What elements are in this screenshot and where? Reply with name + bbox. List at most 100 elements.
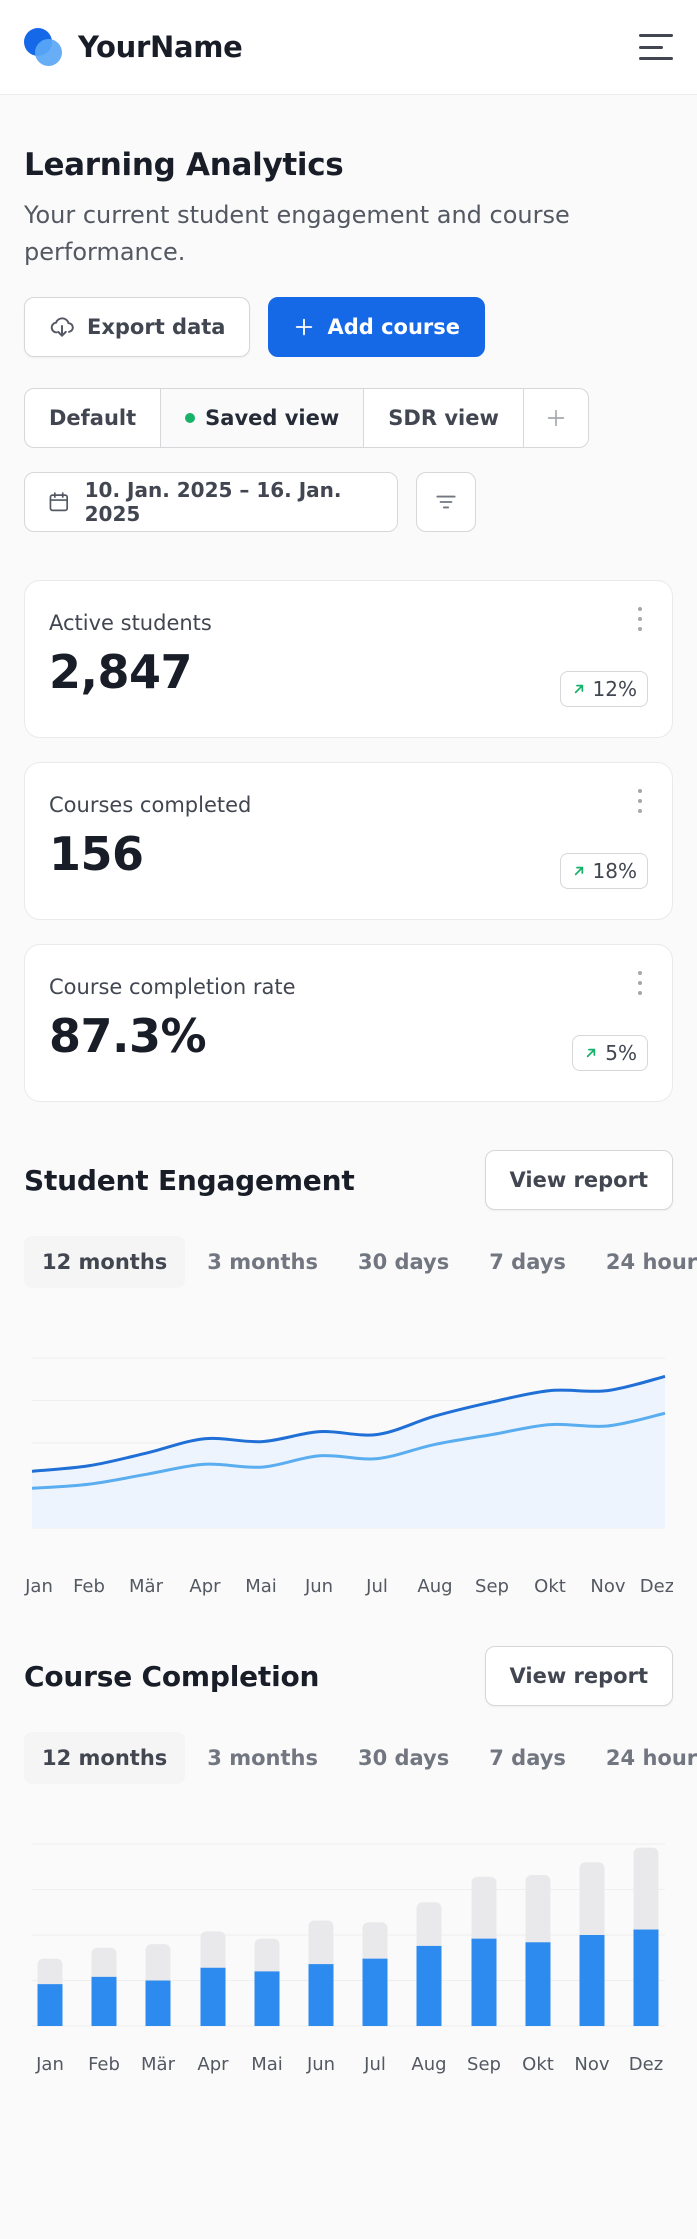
x-tick-label: Okt: [522, 2054, 554, 2075]
export-data-label: Export data: [87, 315, 226, 339]
tab-30-days[interactable]: 30 days: [340, 1236, 467, 1288]
bar-completed: [254, 1971, 280, 2026]
calendar-icon: [49, 492, 69, 512]
engagement-line-chart: Jan Feb Mär Apr Mai Jun Jul Aug Sep Okt Nov Dez: [24, 1357, 673, 1597]
view-default[interactable]: Default: [25, 389, 162, 447]
engagement-section: Student Engagement View report 12 months…: [24, 1150, 697, 1618]
add-course-button[interactable]: Add course: [268, 297, 486, 357]
filter-button[interactable]: [416, 472, 476, 532]
completion-title: Course Completion: [24, 1659, 320, 1693]
view-report-button[interactable]: View report: [484, 1646, 673, 1706]
metric-label: Active students: [49, 611, 212, 635]
main-content: Learning Analytics Your current student …: [0, 147, 697, 2114]
bar-completed: [416, 1945, 442, 2026]
view-sdr-label: SDR view: [388, 406, 499, 430]
x-tick-label: Mär: [141, 2054, 176, 2075]
x-tick-label: Dez: [629, 2054, 663, 2075]
x-tick-label: Jun: [306, 2054, 335, 2075]
x-tick-label: Okt: [534, 1576, 566, 1597]
change-badge: 12%: [559, 671, 648, 707]
tab-30-days[interactable]: 30 days: [340, 1732, 467, 1784]
metric-label: Course completion rate: [49, 975, 296, 999]
tab-12-months[interactable]: 12 months: [24, 1236, 186, 1288]
view-default-label: Default: [49, 406, 137, 430]
tab-12-months[interactable]: 12 months: [24, 1732, 186, 1784]
view-report-button[interactable]: View report: [484, 1150, 673, 1210]
completion-header: Course Completion View report: [24, 1646, 673, 1706]
x-tick-label: Dez: [640, 1576, 673, 1597]
brand[interactable]: YourName: [24, 28, 243, 66]
metric-value: 87.3%: [49, 1009, 207, 1063]
x-tick-label: Nov: [574, 2054, 609, 2075]
brand-name: YourName: [78, 30, 243, 64]
view-saved[interactable]: Saved view: [161, 389, 365, 447]
x-tick-label: Jul: [365, 1576, 388, 1597]
x-tick-label: Jul: [363, 2054, 386, 2075]
more-options-icon[interactable]: [636, 607, 644, 631]
engagement-title: Student Engagement: [24, 1163, 355, 1197]
x-tick-label: Apr: [189, 1576, 221, 1597]
x-tick-label: Jan: [35, 2054, 64, 2075]
tab-24-hours[interactable]: 24 hours: [588, 1236, 697, 1288]
tab-3-months[interactable]: 3 months: [189, 1236, 336, 1288]
tab-7-days[interactable]: 7 days: [471, 1732, 584, 1784]
bar-completed: [37, 1984, 63, 2026]
arrow-up-right-icon: [574, 866, 583, 876]
more-options-icon[interactable]: [636, 789, 644, 813]
bar-completed: [200, 1967, 226, 2026]
export-data-button[interactable]: Export data: [24, 297, 251, 357]
x-tick-label: Apr: [197, 2054, 229, 2075]
x-tick-label: Aug: [411, 2054, 446, 2075]
x-tick-label: Sep: [475, 1576, 509, 1597]
change-badge: 18%: [559, 853, 648, 889]
x-tick-label: Feb: [73, 1576, 105, 1597]
x-tick-label: Feb: [88, 2054, 120, 2075]
bar-completed: [471, 1938, 497, 2026]
completion-bar-chart: Jan Feb Mär Apr Mai Jun Jul Aug Sep Okt Nov Dez: [32, 1843, 665, 2075]
tab-3-months[interactable]: 3 months: [189, 1732, 336, 1784]
series-area: [32, 1376, 665, 1528]
logo-icon: [24, 28, 62, 66]
top-bar: YourName: [0, 0, 697, 95]
more-options-icon[interactable]: [636, 971, 644, 995]
bar-completed: [525, 1942, 551, 2026]
metric-label: Courses completed: [49, 793, 252, 817]
x-tick-label: Sep: [467, 2054, 501, 2075]
page-subtitle: Your current student engagement and cour…: [24, 201, 570, 266]
metric-card-completion-rate: Course completion rate 87.3% 5%: [24, 944, 673, 1102]
add-course-label: Add course: [327, 315, 461, 339]
x-tick-label: Nov: [590, 1576, 625, 1597]
view-sdr[interactable]: SDR view: [364, 389, 524, 447]
add-view-button[interactable]: [524, 389, 588, 447]
metric-card-courses-completed: Courses completed 156 18%: [24, 762, 673, 920]
tab-24-hours[interactable]: 24 hours: [588, 1732, 697, 1784]
bar-completed: [579, 1935, 605, 2026]
bar-completed: [145, 1980, 171, 2026]
metric-value: 156: [49, 827, 144, 881]
action-bar: Export data Add course: [24, 297, 673, 357]
change-value: 18%: [592, 859, 637, 883]
bar-completed: [362, 1958, 388, 2026]
engagement-tabs: 12 months 3 months 30 days 7 days 24 hou…: [24, 1236, 697, 1288]
change-badge: 5%: [572, 1035, 648, 1071]
tab-7-days[interactable]: 7 days: [471, 1236, 584, 1288]
completion-section: Course Completion View report 12 months …: [24, 1646, 697, 2114]
menu-icon[interactable]: [639, 34, 673, 60]
cloud-download-icon: [50, 317, 74, 337]
x-tick-label: Jun: [304, 1576, 333, 1597]
view-switcher: Default Saved view SDR view: [24, 388, 589, 448]
x-tick-label: Aug: [417, 1576, 452, 1597]
change-value: 5%: [605, 1041, 637, 1065]
x-tick-label: Mai: [245, 1576, 277, 1597]
completion-tabs: 12 months 3 months 30 days 7 days 24 hou…: [24, 1732, 697, 1784]
filter-lines-icon: [436, 495, 456, 509]
change-value: 12%: [592, 677, 637, 701]
arrow-up-right-icon: [587, 1048, 596, 1058]
plus-icon: [547, 409, 565, 427]
plus-icon: [296, 318, 313, 336]
metric-card-active-students: Active students 2,847 12%: [24, 580, 673, 738]
x-tick-label: Mai: [251, 2054, 283, 2075]
x-tick-label: Jan: [24, 1576, 53, 1597]
date-range-picker[interactable]: 10. Jan. 2025 – 16. Jan. 2025: [24, 472, 398, 532]
engagement-header: Student Engagement View report: [24, 1150, 673, 1210]
